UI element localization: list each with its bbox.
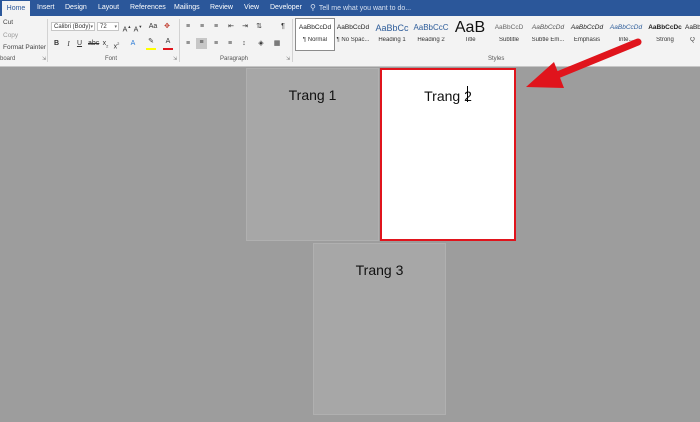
clipboard-launcher-icon[interactable]: ⇲ [42,56,46,62]
page-3[interactable]: Trang 3 [313,243,446,415]
style-name: ¶ Normal [302,37,328,43]
page-1[interactable]: Trang 1 [246,68,379,241]
style-no-spacing[interactable]: AaBbCcDd ¶ No Spac... [334,19,372,49]
shrink-font-icon[interactable]: A▼ [133,22,143,35]
tab-review[interactable]: Review [210,0,233,16]
page-2[interactable]: Trang 2 [380,68,516,241]
change-case-button[interactable]: Aa [147,22,159,32]
numbering-icon[interactable]: ≡ [197,22,207,32]
page-3-text: Trang 3 [355,262,404,278]
group-divider [179,19,180,62]
superscript-icon[interactable]: x2 [112,39,121,52]
lightbulb-icon: ⚲ [310,3,316,12]
borders-icon[interactable]: ▦ [272,39,282,49]
tab-references[interactable]: References [130,0,166,16]
subscript-icon[interactable]: x2 [101,39,110,51]
style-heading-2[interactable]: AaBbCcC Heading 2 [412,19,450,49]
strikethrough-icon[interactable]: abc [88,39,99,49]
font-group-label: Font [105,56,118,62]
highlight-color-swatch [146,48,156,50]
style-normal[interactable]: AaBbCcDd ¶ Normal [295,18,335,51]
font-color-swatch [163,48,173,50]
style-preview: AaBbCcDd [336,24,370,31]
style-name: Q [690,37,695,43]
align-left-icon[interactable]: ≡ [183,39,193,49]
style-preview: AaBbCcC [413,23,449,32]
style-name: Title [464,37,476,43]
font-name-combo[interactable]: Calibri (Body) ▾ [51,22,95,31]
style-preview: AaB [454,19,486,36]
tell-me-search[interactable]: ⚲ Tell me what you want to do... [310,0,411,16]
font-name-value: Calibri (Body) [54,24,91,30]
clipboard-group-label: board [0,56,16,62]
arrow-shaft [546,38,642,82]
style-heading-1[interactable]: AaBbCc Heading 1 [373,19,411,49]
align-right-icon[interactable]: ≡ [211,39,221,49]
page-1-text: Trang 1 [288,87,337,103]
tab-insert[interactable]: Insert [37,0,55,16]
style-name: ¶ No Spac... [336,37,370,43]
group-divider [47,19,48,62]
style-preview: AaBbCcDd [298,24,332,31]
style-strong[interactable]: AaBbCcDc Strong [646,19,684,49]
multilevel-list-icon[interactable]: ≡ [211,22,221,32]
underline-icon[interactable]: U [75,39,84,49]
paragraph-launcher-icon[interactable]: ⇲ [286,56,290,62]
line-spacing-icon[interactable]: ↕ [239,39,249,49]
justify-icon[interactable]: ≡ [225,39,235,49]
text-cursor [467,86,468,102]
tab-layout[interactable]: Layout [98,0,119,16]
format-painter-button[interactable]: Format Painter [3,44,46,51]
page-2-text: Trang 2 [424,88,472,104]
highlight-color-icon[interactable]: ✎ [146,37,156,47]
tab-developer[interactable]: Developer [270,0,302,16]
font-launcher-icon[interactable]: ⇲ [173,56,177,62]
tab-home[interactable]: Home [2,1,30,16]
chevron-down-icon: ▾ [114,24,117,30]
copy-button[interactable]: Copy [3,32,18,39]
group-divider [292,19,293,62]
shading-icon[interactable]: ◈ [256,39,266,49]
style-name: Heading 2 [417,37,445,43]
paragraph-group-label: Paragraph [220,56,249,62]
show-formatting-marks-icon[interactable]: ¶ [278,22,288,32]
style-quote[interactable]: AaBb Q [685,19,700,49]
style-title[interactable]: AaB Title [451,19,489,49]
bold-icon[interactable]: B [52,39,61,49]
text-effects-icon[interactable]: A [128,39,138,49]
sort-icon[interactable]: ⇅ [254,22,264,32]
italic-icon[interactable]: I [64,39,73,49]
cut-button[interactable]: Cut [3,19,13,26]
tab-view[interactable]: View [244,0,259,16]
grow-font-icon[interactable]: A▲ [122,22,132,35]
clear-formatting-icon[interactable]: ✥ [162,22,172,32]
bullets-icon[interactable]: ≡ [183,22,193,32]
align-center-icon[interactable]: ≡ [196,38,207,49]
font-color-icon[interactable]: A [163,37,173,47]
style-preview: AaBbCcDc [648,24,682,31]
chevron-down-icon: ▾ [90,24,93,30]
style-name: Strong [656,37,674,43]
tab-mailings[interactable]: Mailings [174,0,200,16]
ribbon-tab-bar: Home Insert Design Layout References Mai… [0,0,700,16]
increase-indent-icon[interactable]: ⇥ [240,22,250,32]
tab-design[interactable]: Design [65,0,87,16]
decrease-indent-icon[interactable]: ⇤ [226,22,236,32]
arrow-head [526,62,564,88]
tell-me-text: Tell me what you want to do... [318,5,412,12]
font-size-value: 72 [100,24,107,30]
style-name: Heading 1 [378,37,406,43]
annotation-arrow-icon [526,38,642,88]
style-preview: AaBb [685,24,700,31]
style-preview: AaBbCc [375,23,409,33]
font-size-combo[interactable]: 72 ▾ [97,22,119,31]
styles-group-label: Styles [488,56,505,62]
